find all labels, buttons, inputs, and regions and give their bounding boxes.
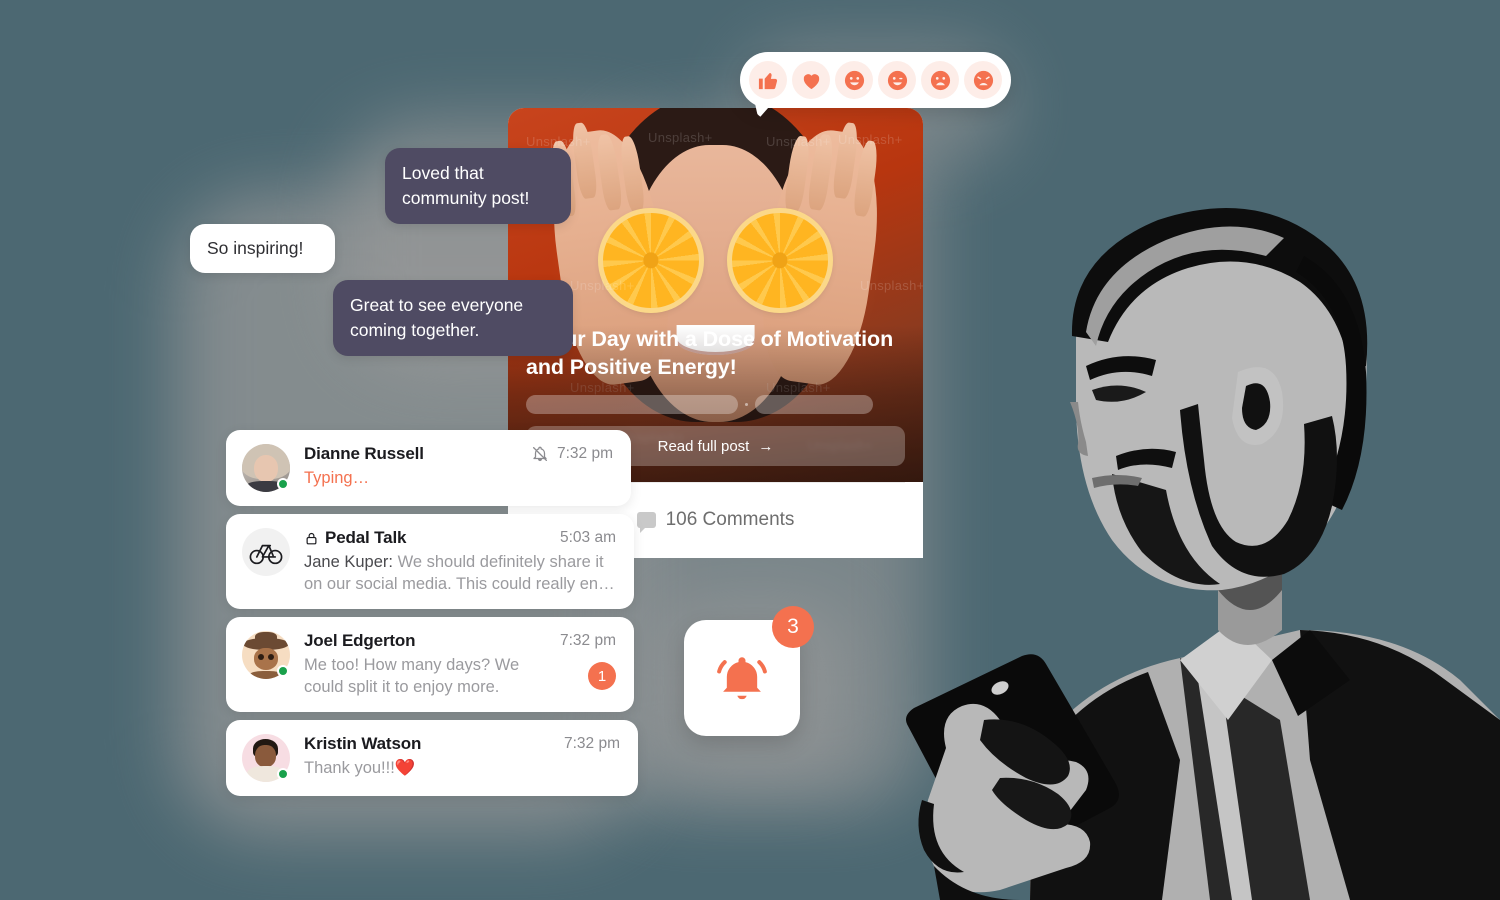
message-time: 7:32 pm <box>559 632 616 650</box>
scene: Unsplash+ Unsplash+ Unsplash+ Unsplash+ … <box>0 0 1500 900</box>
sad-icon <box>930 70 950 90</box>
wink-reaction[interactable] <box>878 61 916 99</box>
contact-name: Joel Edgerton <box>304 631 416 651</box>
comment-bubble-icon <box>636 512 656 533</box>
message-list: Dianne Russell 7:32 pm Typing… Pedal Tal… <box>226 430 638 804</box>
sad-reaction[interactable] <box>921 61 959 99</box>
message-preview: Typing… <box>304 469 370 487</box>
message-row-kristin-watson[interactable]: Kristin Watson 7:32 pm Thank you!!!❤️ <box>226 720 638 797</box>
wink-icon <box>887 70 907 90</box>
man-silhouette <box>906 207 1500 900</box>
contact-name: Pedal Talk <box>325 528 407 547</box>
photo-orange-half-left <box>603 212 699 309</box>
watermark: Unsplash+ <box>526 134 591 149</box>
message-preview: Me too! How many days? We could split it… <box>304 656 520 697</box>
online-status-dot <box>277 665 289 678</box>
angry-icon <box>973 70 993 90</box>
smile-reaction[interactable] <box>835 61 873 99</box>
message-preview: Thank you!!!❤️ <box>304 759 416 778</box>
angry-reaction[interactable] <box>964 61 1002 99</box>
chat-bubble[interactable]: So inspiring! <box>190 224 335 274</box>
avatar <box>242 528 290 576</box>
watermark: Unsplash+ <box>648 130 713 145</box>
message-preview: Jane Kuper: We should definitely share i… <box>304 551 616 595</box>
thumbs-up-reaction[interactable] <box>749 61 787 99</box>
bell-muted-icon <box>532 446 547 462</box>
notification-bell-card[interactable]: 3 <box>684 606 814 736</box>
message-sender: Jane Kuper: <box>304 553 393 571</box>
comments-count[interactable]: 106 Comments <box>666 509 795 531</box>
contact-name: Kristin Watson <box>304 734 422 754</box>
notification-count-badge: 3 <box>772 606 814 648</box>
read-full-post-label: Read full post <box>657 437 750 455</box>
heart-icon <box>803 73 819 89</box>
contact-name: Dianne Russell <box>304 444 424 463</box>
message-row-joel-edgerton[interactable]: Joel Edgerton 7:32 pm Me too! How many d… <box>226 617 634 713</box>
arrow-right-icon: → <box>758 437 774 455</box>
post-title: : Your Day with a Dose of Motivation and… <box>526 326 894 379</box>
post-meta-skeleton <box>526 395 905 414</box>
reaction-bar[interactable] <box>740 52 1011 108</box>
skeleton-bar <box>526 395 738 414</box>
photo-orange-half-right <box>732 212 828 309</box>
smile-icon <box>844 70 864 90</box>
message-row-pedal-talk[interactable]: Pedal Talk 5:03 am Jane Kuper: We should… <box>226 514 634 610</box>
chat-bubble[interactable]: Loved that community post! <box>385 148 571 225</box>
watermark: Unsplash+ <box>766 134 831 149</box>
message-time: 5:03 am <box>559 529 616 546</box>
bell-icon <box>717 657 767 700</box>
thumbs-up-icon <box>758 72 777 89</box>
watermark: Unsplash+ <box>570 278 635 293</box>
bicycle-avatar <box>242 528 290 576</box>
man-with-phone-photo <box>880 160 1500 900</box>
love-reaction[interactable] <box>792 61 830 99</box>
online-status-dot <box>277 478 289 490</box>
online-status-dot <box>277 768 289 781</box>
bicycle-icon <box>249 544 283 565</box>
lock-icon <box>306 532 317 544</box>
avatar <box>242 631 290 680</box>
avatar <box>242 734 290 783</box>
message-time: 7:32 pm <box>556 445 613 462</box>
skeleton-bar <box>755 395 873 414</box>
avatar <box>242 444 290 492</box>
message-row-dianne-russell[interactable]: Dianne Russell 7:32 pm Typing… <box>226 430 631 506</box>
message-time: 7:32 pm <box>563 735 620 753</box>
skeleton-separator-dot <box>745 403 748 406</box>
watermark: Unsplash+ <box>838 132 903 147</box>
chat-bubble[interactable]: Great to see everyone coming together. <box>333 280 573 357</box>
